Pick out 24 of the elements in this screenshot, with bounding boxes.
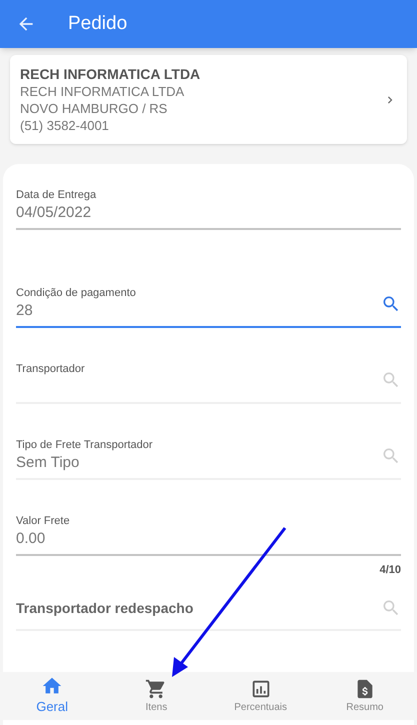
customer-detail: RECH INFORMATICA LTDA [20, 83, 186, 100]
field-label: Tipo de Frete Transportador [16, 438, 154, 452]
customer-detail: (51) 3582-4001 [20, 117, 110, 134]
form-field[interactable]: Data de Entrega 04/05/2022 [16, 188, 401, 230]
field-label: Valor Frete [16, 514, 71, 528]
customer-detail: NOVO HAMBURGO / RS [20, 100, 168, 117]
form-field[interactable]: Tipo de Frete Transportador Sem Tipo [16, 438, 401, 480]
field-value: 04/05/2022 [16, 203, 92, 223]
customer-name: RECH INFORMATICA LTDA [20, 65, 202, 83]
page-title: Pedido [68, 12, 128, 36]
field-value: 0.00 [16, 529, 46, 549]
form-field[interactable]: Transportador [16, 362, 401, 404]
field-value: 28 [16, 301, 34, 321]
form-field[interactable]: Condição de pagamento 28 [16, 286, 401, 328]
field-label: Transportador [16, 362, 86, 376]
customer-card[interactable]: RECH INFORMATICA LTDA RECH INFORMATICA LTDA NOVO HAMBURGO / RS (51) 3582-4001 [10, 55, 407, 144]
form-field[interactable]: Valor Frete 0.00 [16, 514, 401, 556]
search-icon[interactable] [381, 294, 401, 314]
field-label: Condição de pagamento [16, 286, 137, 300]
form-field[interactable]: Transportador redespacho [16, 590, 401, 630]
character-counter: 4/10 [380, 563, 401, 578]
field-label: Data de Entrega [16, 188, 98, 202]
field-placeholder: Transportador redespacho [16, 598, 194, 618]
field-value: Sem Tipo [16, 453, 80, 473]
